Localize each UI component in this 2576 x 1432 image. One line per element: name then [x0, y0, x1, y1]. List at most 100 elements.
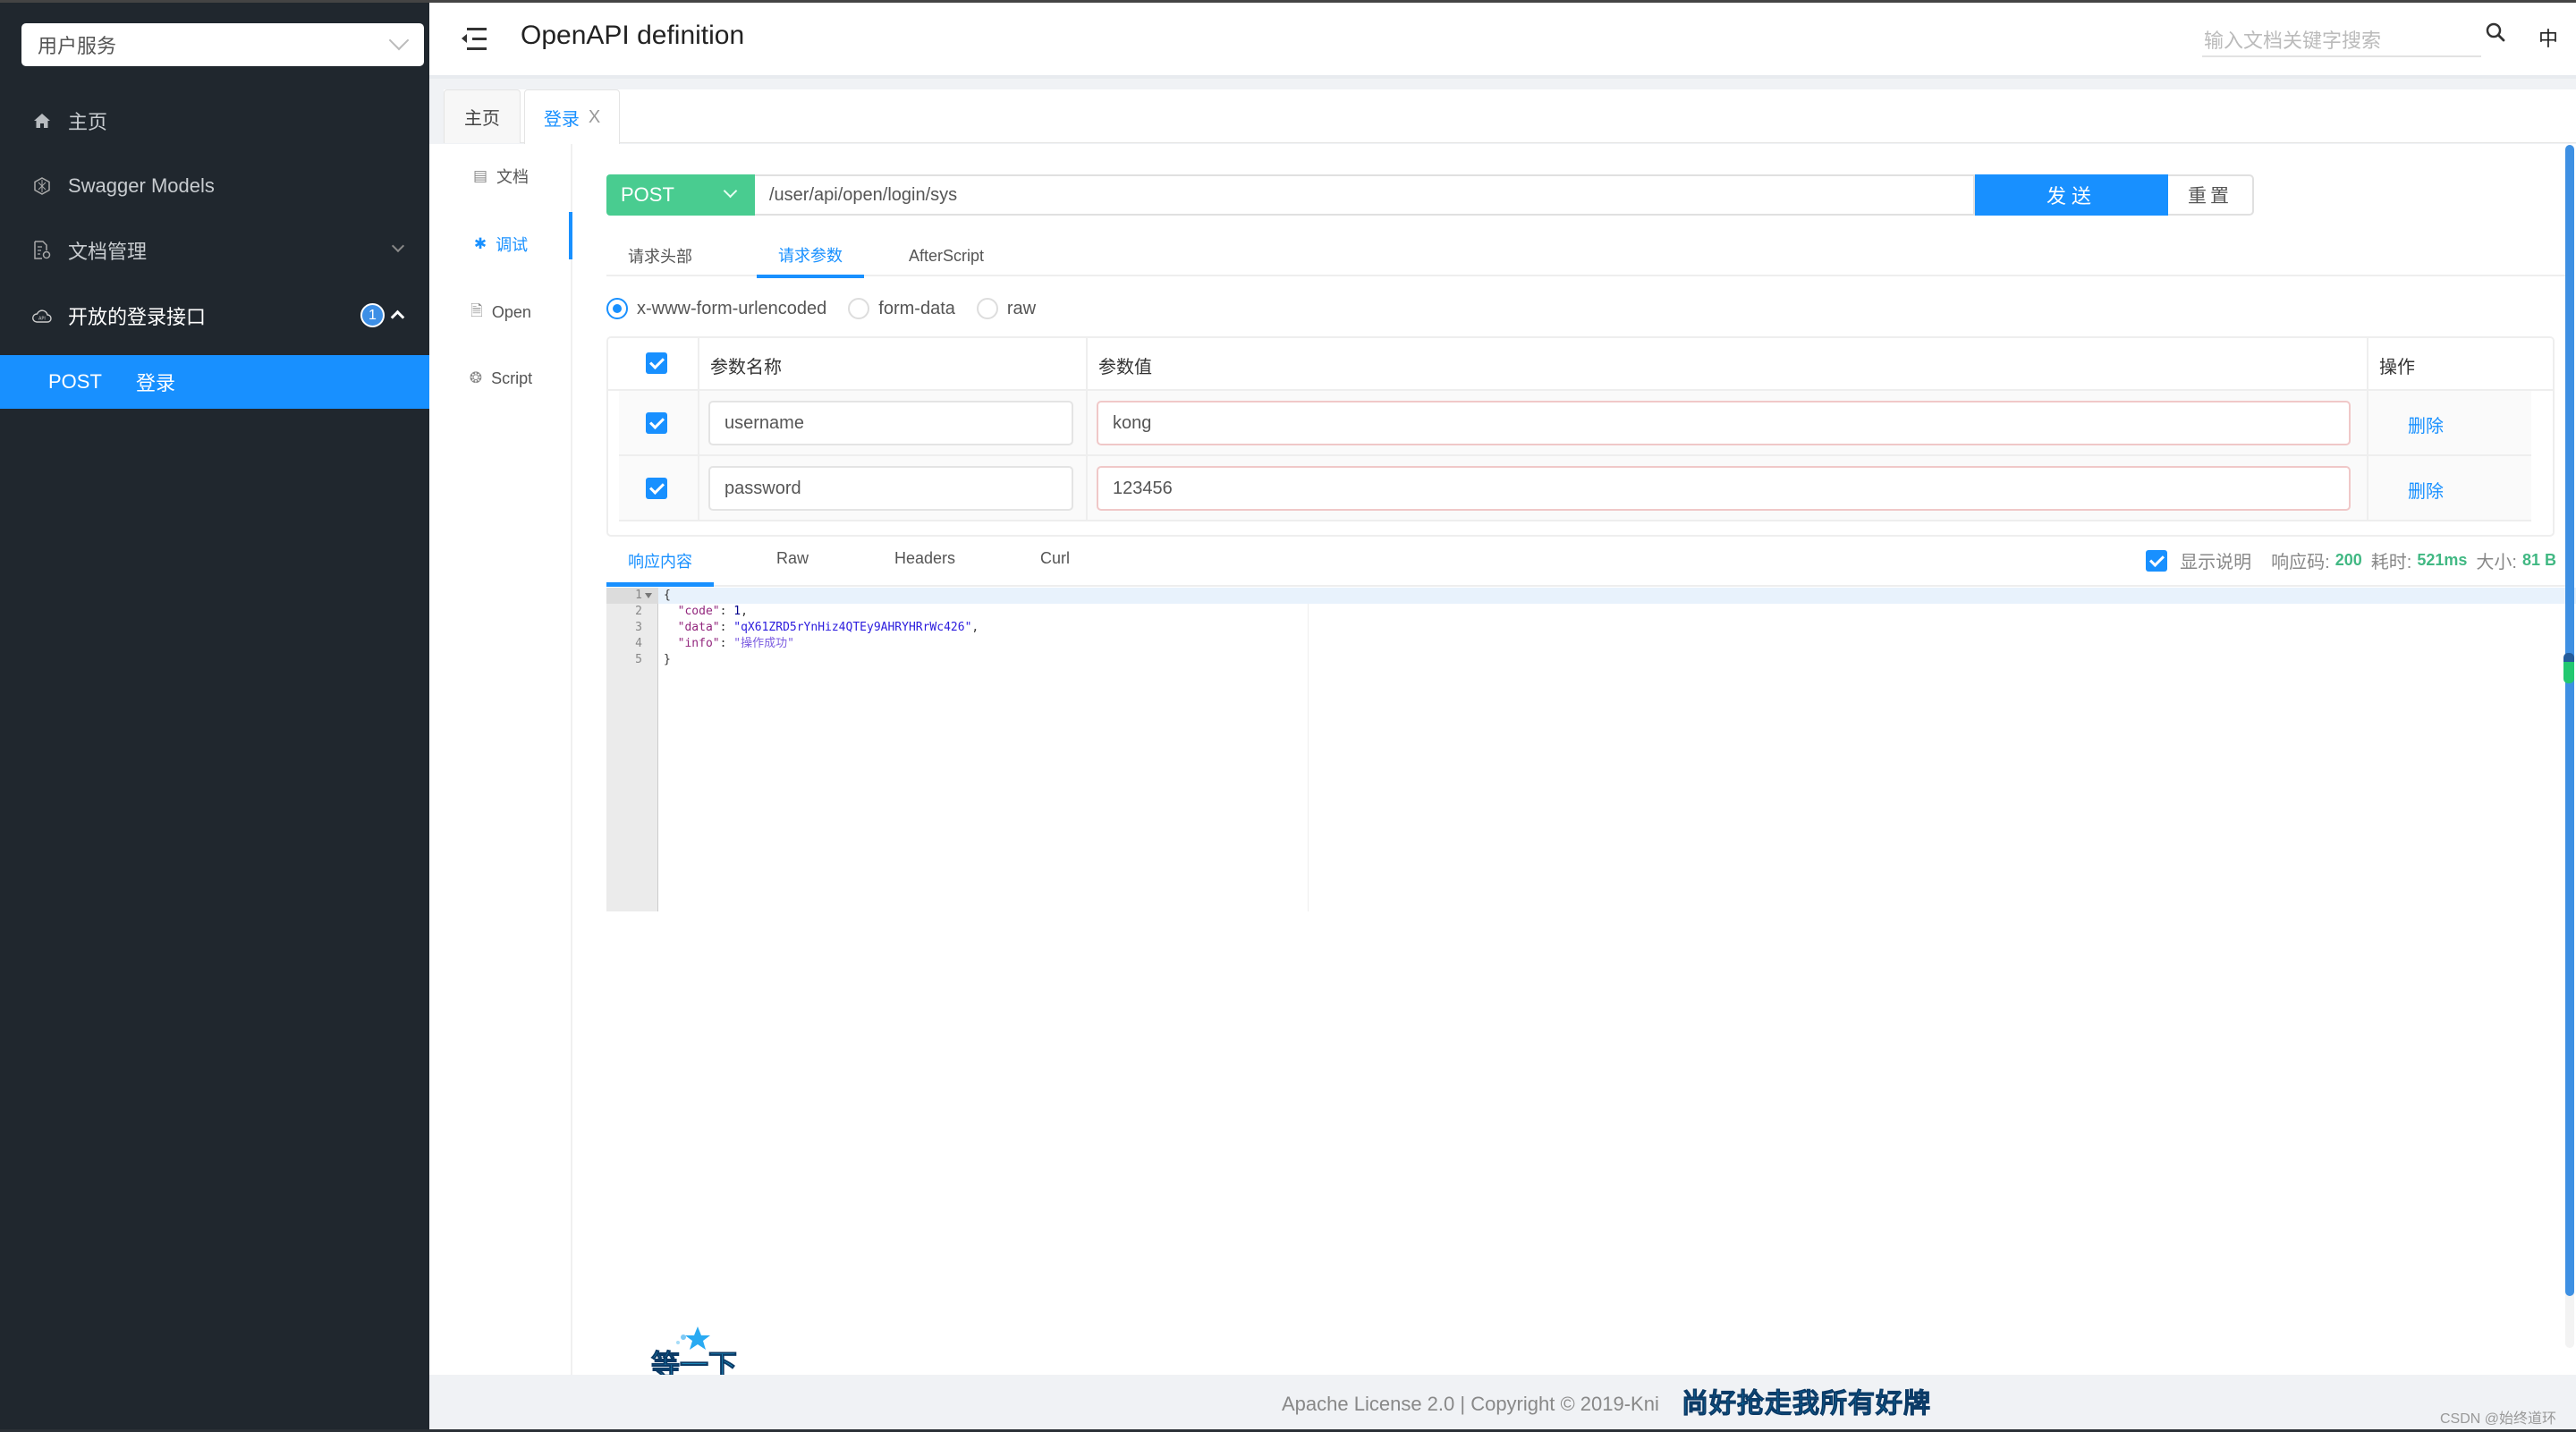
- params-table: 参数名称 参数值 操作 username kong 删除 password 12…: [606, 336, 2555, 537]
- show-desc-checkbox[interactable]: [2146, 549, 2168, 572]
- active-tab-indicator: [606, 582, 714, 587]
- fold-arrow-icon[interactable]: [645, 593, 652, 598]
- sidebar-item-doc-management[interactable]: 文档管理: [0, 224, 429, 277]
- radio-label: x-www-form-urlencoded: [637, 298, 827, 318]
- language-toggle[interactable]: 中: [2538, 23, 2558, 52]
- vnav-debug[interactable]: ✱ 调试: [429, 217, 572, 271]
- sidebar: 用户服务 主页 Swagger Models 文档管理 API 开放的登录接口 …: [0, 3, 429, 1432]
- show-desc-label: 显示说明: [2180, 553, 2252, 572]
- sidebar-item-label: 主页: [68, 111, 108, 133]
- send-button[interactable]: 发送: [1975, 174, 2168, 216]
- content-type-radios: x-www-form-urlencoded form-data raw: [606, 298, 1057, 319]
- radio-button[interactable]: [606, 298, 628, 319]
- tab-request-params[interactable]: 请求参数: [757, 235, 864, 278]
- response-editor[interactable]: 1 2 3 4 5 { "code": 1, "data": "qX61ZRD5…: [606, 588, 2576, 911]
- chevron-up-icon: [390, 309, 405, 325]
- radio-label: form-data: [878, 298, 955, 318]
- sidebar-item-label: Swagger Models: [68, 174, 215, 197]
- status-code-label: 响应码:: [2271, 553, 2330, 572]
- vnav-label: Open: [491, 302, 531, 321]
- file-icon: 🗎: [470, 301, 483, 319]
- radio-button[interactable]: [976, 298, 998, 319]
- method-value: POST: [621, 183, 674, 206]
- reset-button[interactable]: 重置: [2168, 174, 2254, 216]
- vnav-open[interactable]: 🗎 Open: [429, 285, 572, 339]
- service-select[interactable]: 用户服务: [21, 23, 424, 66]
- page-title: OpenAPI definition: [521, 21, 745, 50]
- radio-raw[interactable]: raw: [976, 298, 1036, 319]
- vnav-script[interactable]: ❂ Script: [429, 352, 572, 405]
- json-data-value: qX61ZRD5rYnHiz4QTEy9AHRYHRrWc426: [741, 621, 965, 634]
- response-time: 521ms: [2417, 551, 2468, 569]
- sidebar-item-open-login-api[interactable]: API 开放的登录接口 1: [0, 289, 429, 343]
- sidebar-item-label: 文档管理: [68, 241, 148, 263]
- status-code: 200: [2334, 551, 2362, 569]
- param-name-input[interactable]: username: [708, 401, 1073, 445]
- sidebar-subitem-login[interactable]: POST 登录: [0, 355, 429, 409]
- sidebar-item-swagger-models[interactable]: Swagger Models: [0, 159, 429, 213]
- select-all-checkbox[interactable]: [646, 352, 667, 374]
- bug-icon: ✱: [473, 235, 487, 252]
- footer-text: Apache License 2.0 | Copyright © 2019-Kn…: [1282, 1393, 1659, 1415]
- param-value: 123456: [1113, 478, 1173, 498]
- cube-icon: [32, 176, 52, 196]
- line-number: 4: [635, 637, 642, 650]
- line-number: 1: [635, 589, 642, 602]
- json-code: { "code": 1, "data": "qX61ZRD5rYnHiz4QTE…: [664, 589, 979, 666]
- column-header-action: 操作: [2379, 358, 2415, 377]
- chevron-down-icon: [391, 239, 405, 253]
- vertical-nav: ▤ 文档 ✱ 调试 🗎 Open ❂ Script: [429, 144, 572, 1375]
- close-icon[interactable]: X: [589, 107, 600, 128]
- param-value-input[interactable]: kong: [1097, 401, 2351, 445]
- param-name: username: [724, 412, 804, 433]
- sidebar-item-home[interactable]: 主页: [0, 94, 429, 148]
- delete-link[interactable]: 删除: [2408, 477, 2444, 503]
- scroll-indicator: [2563, 653, 2574, 683]
- tab-label: 主页: [464, 109, 500, 129]
- tab-headers[interactable]: Headers: [894, 549, 955, 568]
- size-label: 大小:: [2476, 553, 2517, 572]
- vnav-label: Script: [491, 369, 533, 387]
- tab-afterscript[interactable]: AfterScript: [893, 235, 1000, 276]
- response-tabs: 响应内容 Raw Headers Curl 显示说明 响应码: 200 耗时: …: [606, 533, 2574, 587]
- radio-urlencoded[interactable]: x-www-form-urlencoded: [606, 298, 826, 319]
- vnav-doc[interactable]: ▤ 文档: [429, 149, 572, 203]
- url-input[interactable]: /user/api/open/login/sys: [755, 174, 1975, 216]
- scrollbar-thumb[interactable]: [2565, 145, 2574, 1296]
- line-number: 2: [635, 605, 642, 618]
- param-name: password: [724, 478, 801, 498]
- request-subtabs: 请求头部 请求参数 AfterScript: [606, 235, 2574, 278]
- search-icon[interactable]: [2485, 21, 2506, 43]
- collapse-menu-icon[interactable]: [462, 28, 487, 51]
- response-size: 81 B: [2521, 551, 2556, 569]
- param-value-input[interactable]: 123456: [1097, 466, 2351, 511]
- url-bar: POST /user/api/open/login/sys 发送 重置: [606, 174, 2254, 216]
- tab-raw[interactable]: Raw: [776, 549, 809, 568]
- tab-home[interactable]: 主页: [444, 89, 521, 143]
- method-select[interactable]: POST: [606, 174, 755, 216]
- column-header-value: 参数值: [1098, 358, 1152, 377]
- row-checkbox[interactable]: [646, 412, 667, 434]
- tab-label: 登录: [543, 109, 580, 130]
- radio-form-data[interactable]: form-data: [848, 298, 955, 319]
- tab-response-content[interactable]: 响应内容: [628, 549, 692, 572]
- column-header-name: 参数名称: [710, 358, 782, 377]
- sidebar-subitem-label: 登录: [136, 372, 176, 394]
- vnav-label: 文档: [496, 168, 530, 186]
- table-row: username kong 删除: [619, 391, 2531, 456]
- table-header: 参数名称 参数值 操作: [608, 338, 2553, 391]
- table-row: password 123456 删除: [619, 456, 2531, 521]
- overlay-caption: 尚好抢走我所有好牌: [1682, 1389, 1931, 1419]
- home-icon: [32, 111, 52, 131]
- radio-button[interactable]: [848, 298, 870, 319]
- param-value: kong: [1113, 412, 1152, 433]
- tab-curl[interactable]: Curl: [1040, 549, 1070, 568]
- method-label: POST: [48, 370, 102, 393]
- wait-sticker: 等一下: [650, 1325, 741, 1382]
- search-input[interactable]: 输入文档关键字搜索: [2202, 18, 2481, 57]
- tab-login[interactable]: 登录 X: [524, 89, 620, 144]
- param-name-input[interactable]: password: [708, 466, 1073, 511]
- delete-link[interactable]: 删除: [2408, 411, 2444, 437]
- row-checkbox[interactable]: [646, 478, 667, 499]
- tab-request-headers[interactable]: 请求头部: [606, 235, 714, 276]
